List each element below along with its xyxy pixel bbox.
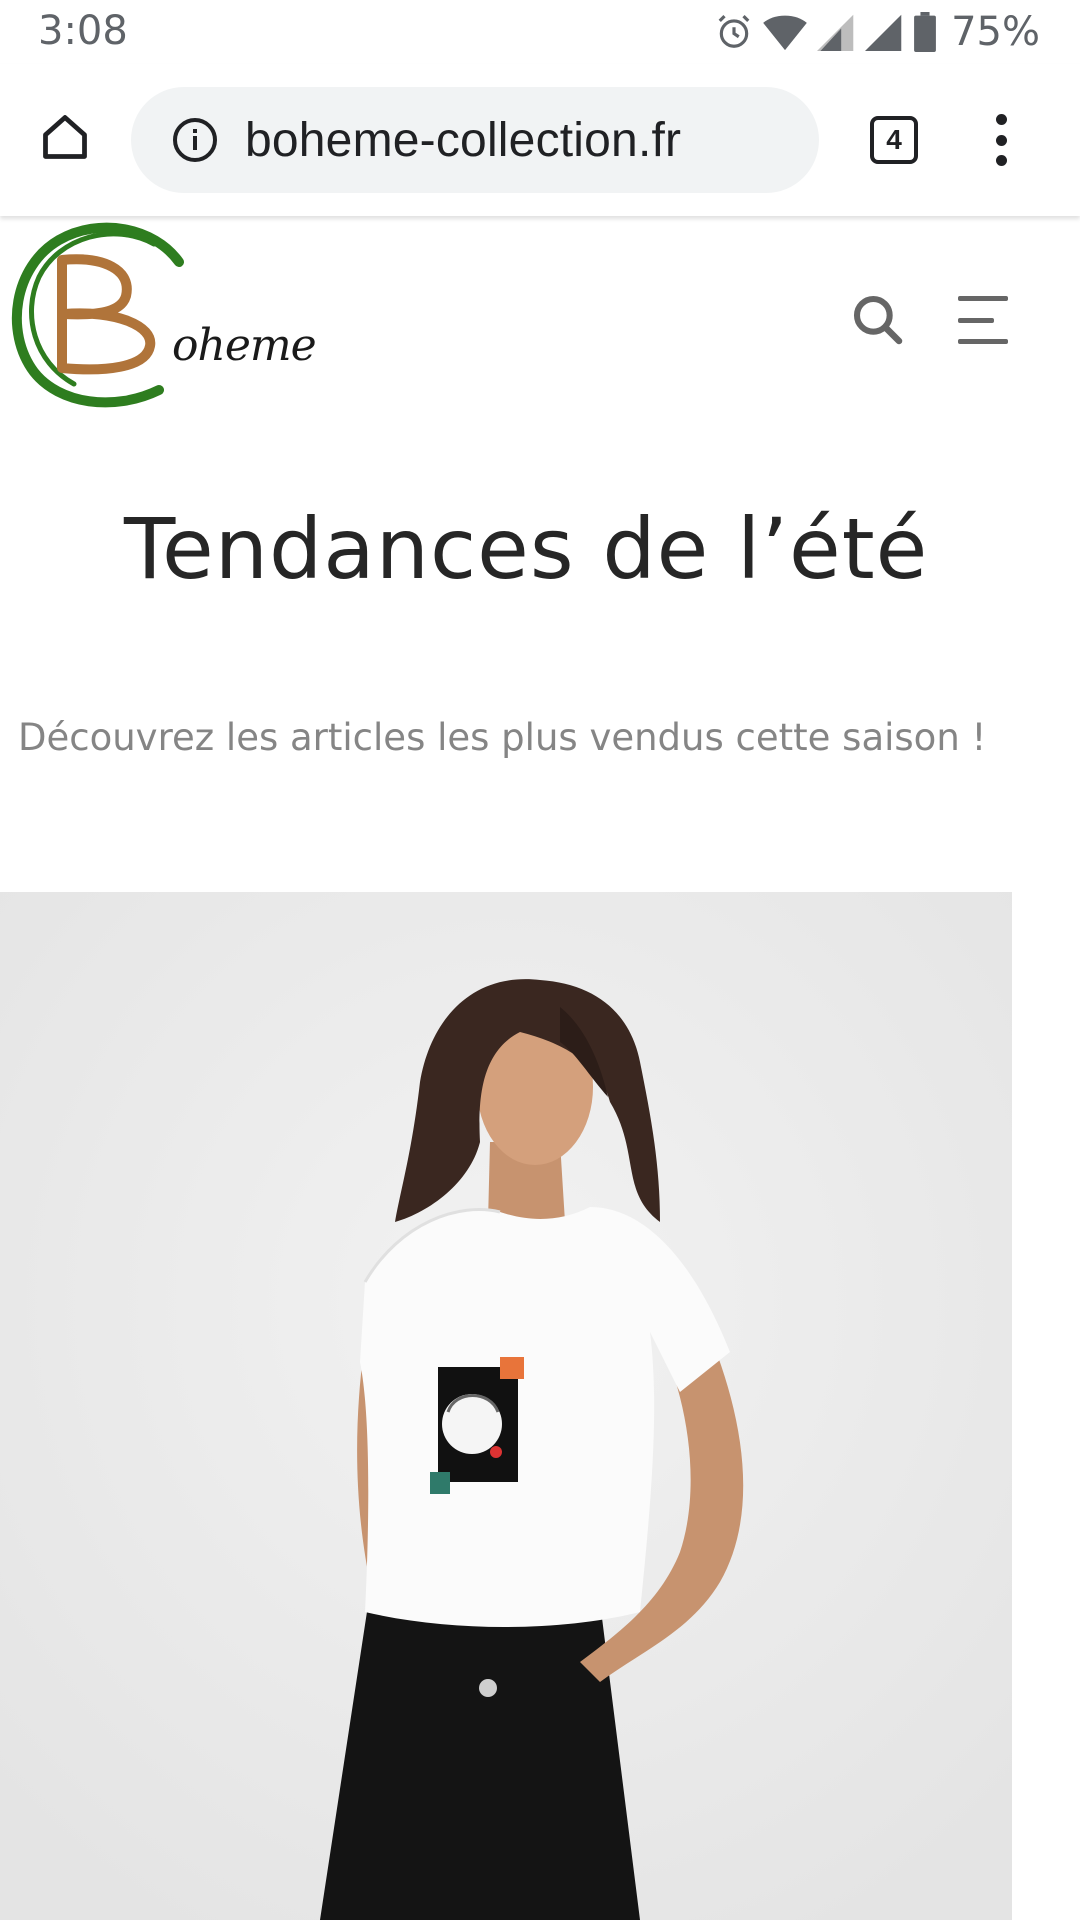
address-bar[interactable]: boheme-collection.fr bbox=[131, 87, 819, 193]
menu-icon[interactable] bbox=[958, 296, 1014, 344]
search-button[interactable] bbox=[850, 292, 906, 348]
alarm-icon bbox=[718, 15, 750, 48]
page-title: Tendances de l’été bbox=[124, 500, 929, 598]
battery-icon bbox=[914, 12, 937, 52]
home-button[interactable] bbox=[34, 106, 96, 168]
site-header: oheme bbox=[0, 216, 1080, 416]
signal-icon bbox=[865, 14, 902, 52]
tab-switcher-button[interactable]: 4 bbox=[870, 116, 918, 164]
search-icon bbox=[853, 295, 903, 345]
info-icon[interactable] bbox=[171, 116, 219, 164]
page-subtitle: Découvrez les articles les plus vendus c… bbox=[18, 716, 987, 759]
url-text[interactable]: boheme-collection.fr bbox=[245, 113, 681, 168]
logo-wordmark: oheme bbox=[172, 320, 317, 371]
signal-icon bbox=[817, 14, 854, 52]
status-bar: 3:08 75% bbox=[0, 0, 1080, 64]
home-icon bbox=[43, 115, 87, 159]
wifi-icon bbox=[763, 15, 807, 51]
more-vert-icon[interactable] bbox=[985, 108, 1017, 172]
tab-count: 4 bbox=[886, 124, 902, 155]
battery-percentage: 75% bbox=[951, 9, 1040, 55]
status-time: 3:08 bbox=[38, 8, 128, 54]
site-logo[interactable]: oheme bbox=[4, 222, 317, 412]
product-image[interactable] bbox=[0, 892, 1012, 1920]
browser-toolbar: boheme-collection.fr 4 bbox=[0, 64, 1080, 216]
status-icons: 75% bbox=[715, 8, 1040, 56]
